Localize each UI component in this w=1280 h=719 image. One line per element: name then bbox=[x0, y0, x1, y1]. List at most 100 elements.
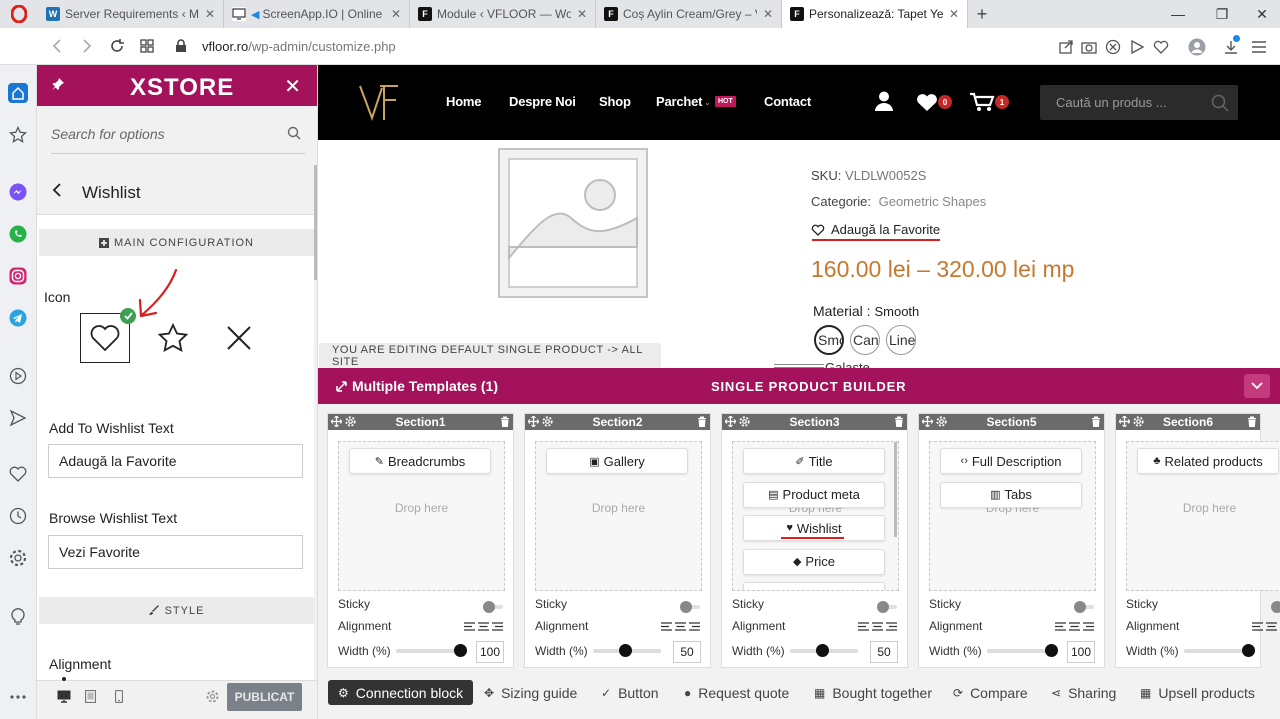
more-dots-icon[interactable] bbox=[8, 687, 28, 707]
player-icon[interactable] bbox=[1126, 36, 1148, 58]
new-tab-button[interactable]: + bbox=[968, 0, 996, 28]
block-breadcrumbs[interactable]: ✎ Breadcrumbs bbox=[349, 448, 491, 474]
mobile-preview-icon[interactable] bbox=[115, 690, 123, 703]
star-icon[interactable] bbox=[148, 313, 198, 363]
settings-gear-icon[interactable] bbox=[936, 416, 947, 427]
account-user-icon[interactable] bbox=[875, 91, 893, 111]
align-center-icon[interactable] bbox=[478, 622, 489, 631]
browser-tab[interactable]: W Server Requirements ‹ My ✕ bbox=[38, 0, 224, 28]
trash-icon[interactable] bbox=[894, 416, 904, 427]
profile-icon[interactable] bbox=[1186, 36, 1208, 58]
home-icon[interactable] bbox=[8, 83, 28, 103]
search-icon[interactable] bbox=[1211, 94, 1229, 112]
reload-icon[interactable] bbox=[102, 31, 132, 61]
desktop-preview-icon[interactable] bbox=[57, 690, 71, 703]
settings-gear-icon[interactable] bbox=[345, 416, 356, 427]
close-customizer-button[interactable]: ✕ bbox=[284, 74, 301, 99]
align-right-icon[interactable] bbox=[886, 622, 897, 631]
align-center-icon[interactable] bbox=[1069, 622, 1080, 631]
block-price[interactable]: ◆ Price bbox=[743, 548, 885, 575]
settings-gear-icon[interactable] bbox=[739, 416, 750, 427]
slider-knob[interactable] bbox=[1045, 644, 1058, 657]
drop-zone[interactable]: Drop here ♣ Related products bbox=[1126, 441, 1280, 591]
swatch-canvas[interactable]: Canvas bbox=[850, 325, 880, 355]
move-icon[interactable] bbox=[922, 416, 933, 427]
align-center-icon[interactable] bbox=[675, 622, 686, 631]
drop-zone[interactable]: Drop here ▣ Gallery bbox=[535, 441, 702, 591]
block-gallery[interactable]: ▣ Gallery bbox=[546, 448, 688, 474]
block-full-description[interactable]: ‹› Full Description bbox=[940, 448, 1082, 474]
width-slider[interactable] bbox=[593, 644, 661, 657]
trash-icon[interactable] bbox=[1247, 416, 1257, 427]
site-search-input[interactable] bbox=[1040, 85, 1200, 120]
block-tabs[interactable]: ▥ Tabs bbox=[940, 481, 1082, 508]
menu-icon[interactable] bbox=[1248, 36, 1270, 58]
multiple-templates-button[interactable]: Multiple Templates (1) bbox=[335, 378, 498, 394]
lightbulb-icon[interactable] bbox=[8, 606, 28, 626]
history-clock-icon[interactable] bbox=[8, 506, 28, 526]
close-tab-icon[interactable]: ✕ bbox=[205, 7, 215, 21]
block-related-products[interactable]: ♣ Related products bbox=[1137, 448, 1279, 474]
adblock-icon[interactable] bbox=[1102, 36, 1124, 58]
instagram-icon[interactable] bbox=[8, 266, 28, 286]
nav-home[interactable]: Home bbox=[446, 94, 482, 109]
align-center-icon[interactable] bbox=[1266, 622, 1277, 631]
speaker-icon[interactable]: ◀ bbox=[251, 8, 259, 21]
align-left-icon[interactable] bbox=[464, 622, 475, 631]
sticky-toggle[interactable] bbox=[877, 601, 897, 613]
dropzone-scrollbar[interactable] bbox=[894, 442, 897, 537]
request-quote-button[interactable]: ● Request quote bbox=[684, 680, 789, 705]
width-input[interactable]: 50 bbox=[870, 641, 898, 663]
move-icon[interactable] bbox=[331, 416, 342, 427]
browser-tab[interactable]: F Coș Aylin Cream/Grey – VF ✕ bbox=[596, 0, 782, 28]
publish-button[interactable]: PUBLICAT bbox=[227, 683, 302, 711]
width-input[interactable]: 100 bbox=[476, 641, 504, 663]
sharing-button[interactable]: ⋖ Sharing bbox=[1051, 680, 1116, 705]
vfloor-logo[interactable] bbox=[356, 78, 406, 128]
pin-icon[interactable] bbox=[51, 77, 65, 91]
player-circle-icon[interactable] bbox=[8, 366, 28, 386]
heart-icon[interactable] bbox=[1150, 36, 1172, 58]
width-input[interactable]: 50 bbox=[673, 641, 701, 663]
share-icon[interactable] bbox=[1055, 36, 1077, 58]
add-to-favorites-link[interactable]: Adaugă la Favorite bbox=[811, 222, 940, 237]
width-slider[interactable] bbox=[790, 644, 858, 657]
nav-despre-noi[interactable]: Despre Noi bbox=[509, 94, 576, 109]
close-tab-icon[interactable]: ✕ bbox=[763, 7, 773, 21]
swatch-linen[interactable]: Linen bbox=[886, 325, 916, 355]
slider-knob[interactable] bbox=[816, 644, 829, 657]
trash-icon[interactable] bbox=[500, 416, 510, 427]
messenger-icon[interactable] bbox=[8, 182, 28, 202]
slider-knob[interactable] bbox=[619, 644, 632, 657]
drop-zone[interactable]: Drop here ✐ Title ▤ Product meta ♥ Wishlist ◆ Pr… bbox=[732, 441, 899, 591]
opera-logo-icon[interactable] bbox=[0, 0, 38, 28]
sticky-toggle[interactable] bbox=[1074, 601, 1094, 613]
bought-together-button[interactable]: ▦ Bought together bbox=[814, 680, 932, 705]
browser-tab[interactable]: ◀ ScreenApp.IO | Online ✕ bbox=[224, 0, 410, 28]
swatch-smooth[interactable]: Smooth bbox=[814, 325, 844, 355]
sticky-toggle[interactable] bbox=[680, 601, 700, 613]
settings-gear-icon[interactable] bbox=[542, 416, 553, 427]
move-icon[interactable] bbox=[725, 416, 736, 427]
connection-block-button[interactable]: ⚙ Connection block bbox=[328, 680, 474, 705]
browser-tab[interactable]: F Module ‹ VFLOOR — Word ✕ bbox=[410, 0, 596, 28]
cart-icon[interactable] bbox=[970, 92, 996, 112]
minimize-button[interactable]: — bbox=[1160, 0, 1196, 28]
settings-gear-icon[interactable] bbox=[8, 548, 28, 568]
collapse-builder-button[interactable] bbox=[1244, 374, 1270, 398]
sticky-toggle[interactable] bbox=[483, 601, 503, 613]
sizing-guide-button[interactable]: ✥ Sizing guide bbox=[484, 680, 577, 705]
category-link[interactable]: Geometric Shapes bbox=[879, 194, 987, 209]
trash-icon[interactable] bbox=[1091, 416, 1101, 427]
compare-button[interactable]: ⟳ Compare bbox=[953, 680, 1028, 705]
align-right-icon[interactable] bbox=[492, 622, 503, 631]
width-slider[interactable] bbox=[987, 644, 1058, 657]
nav-contact[interactable]: Contact bbox=[764, 94, 811, 109]
browser-tab-active[interactable]: F Personalizează: Tapet Yello ✕ bbox=[782, 0, 968, 28]
wishlist-heart-icon[interactable] bbox=[916, 93, 938, 112]
browse-wishlist-text-input[interactable] bbox=[48, 535, 303, 569]
align-left-icon[interactable] bbox=[858, 622, 869, 631]
product-image-placeholder[interactable] bbox=[498, 148, 648, 298]
restore-button[interactable]: ❐ bbox=[1204, 0, 1240, 28]
block-product-rating[interactable]: ★Product rating bbox=[743, 582, 885, 590]
